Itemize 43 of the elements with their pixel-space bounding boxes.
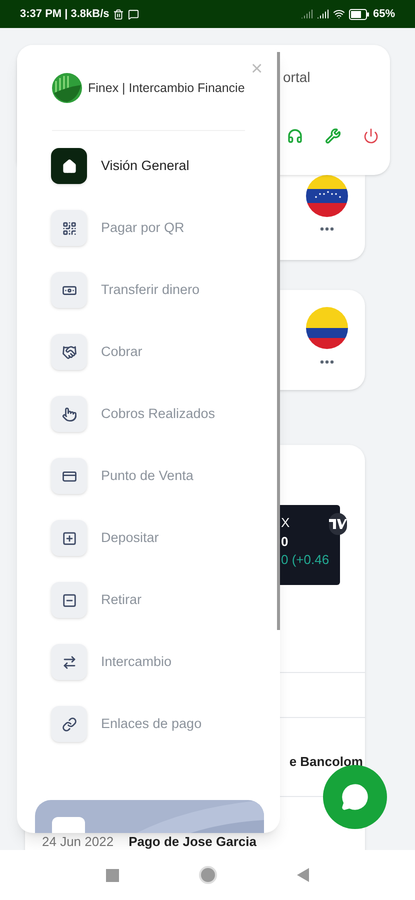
battery-icon bbox=[348, 8, 369, 20]
battery-level: 65% bbox=[372, 6, 395, 22]
message-icon bbox=[128, 8, 140, 20]
more-icon[interactable] bbox=[320, 227, 334, 231]
handshake-icon bbox=[51, 334, 87, 370]
menu-item[interactable]: Visión General bbox=[51, 148, 190, 184]
plus-square-icon bbox=[51, 520, 87, 556]
menu-item[interactable]: Transferir dinero bbox=[51, 272, 200, 308]
menu-item[interactable]: Depositar bbox=[51, 520, 159, 556]
power-icon[interactable] bbox=[363, 128, 379, 144]
menu-item[interactable]: Cobros Realizados bbox=[51, 396, 216, 432]
transaction-date: 24 Jun 2022 bbox=[42, 832, 114, 850]
swap-arrows-icon bbox=[51, 644, 87, 680]
recents-icon[interactable] bbox=[106, 868, 119, 882]
credit-card-icon bbox=[51, 458, 87, 494]
back-icon[interactable] bbox=[297, 868, 309, 882]
ticker-price: 0 bbox=[281, 533, 290, 551]
trash-icon bbox=[113, 8, 124, 20]
menu-item[interactable]: Cobrar bbox=[51, 334, 142, 370]
tools-icon[interactable] bbox=[325, 128, 341, 144]
ticker-change: 0 (+0.46 bbox=[281, 551, 330, 569]
chat-bubble-icon bbox=[341, 783, 369, 811]
minus-square-icon bbox=[51, 582, 87, 618]
flag-icon bbox=[306, 307, 348, 349]
more-icon[interactable] bbox=[320, 360, 334, 364]
transaction-title: e Bancolom bbox=[289, 753, 363, 771]
menu-item[interactable]: Punto de Venta bbox=[51, 458, 194, 494]
logo-icon bbox=[52, 73, 82, 103]
banknote-icon bbox=[51, 272, 87, 308]
menu-item[interactable]: Intercambio bbox=[51, 644, 172, 680]
ticker-symbol: X bbox=[281, 514, 291, 532]
link-icon bbox=[51, 706, 87, 742]
headphones-icon[interactable] bbox=[287, 128, 303, 144]
status-time: 3:37 PM | 3.8kB/s bbox=[20, 6, 110, 22]
menu-item[interactable]: Enlaces de pago bbox=[51, 706, 202, 742]
transaction-title: Pago de Jose Garcia bbox=[128, 832, 256, 850]
brand-name: Finex | Intercambio Financie bbox=[88, 80, 245, 97]
header-title: ortal bbox=[283, 68, 312, 87]
close-button[interactable]: × bbox=[251, 59, 263, 79]
qr-code-icon bbox=[51, 210, 87, 246]
menu-item[interactable]: Pagar por QR bbox=[51, 210, 184, 246]
menu-item[interactable]: Retirar bbox=[51, 582, 142, 618]
pointing-hand-icon bbox=[51, 396, 87, 432]
